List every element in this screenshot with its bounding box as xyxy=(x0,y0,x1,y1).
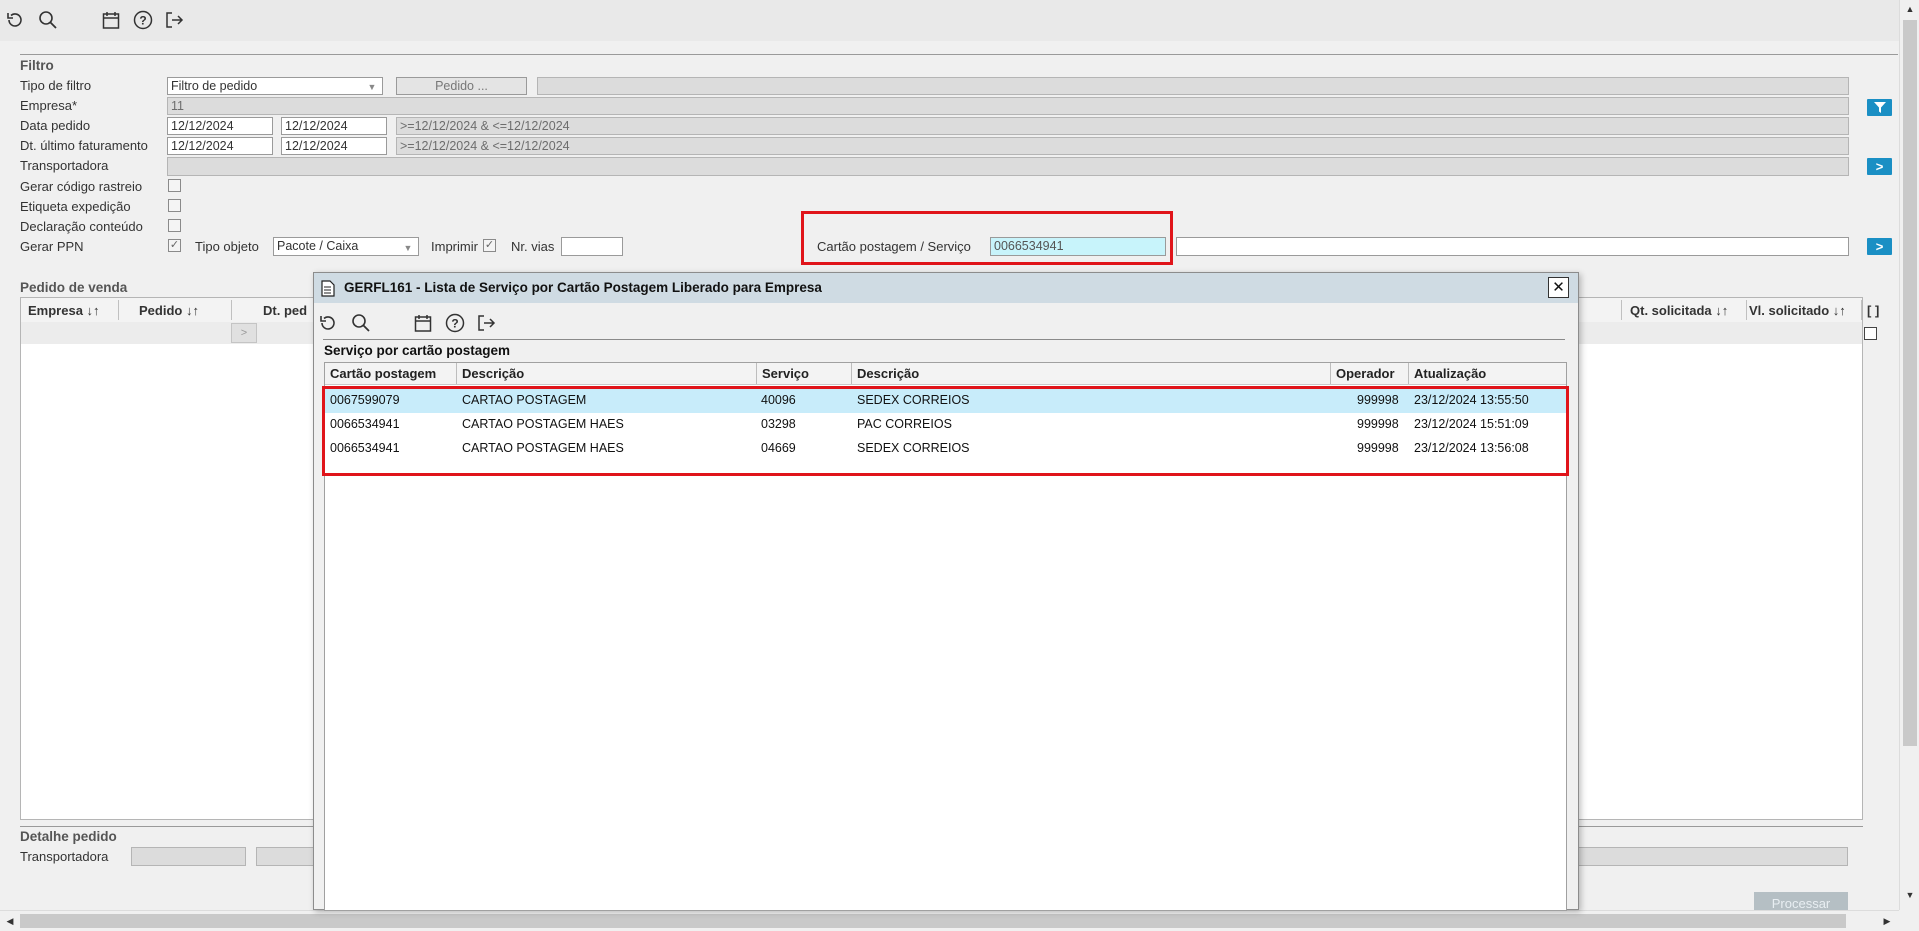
transportadora-field xyxy=(167,157,1849,176)
tipo-filtro-label: Tipo de filtro xyxy=(20,78,92,93)
detalhe-title: Detalhe pedido xyxy=(20,829,117,844)
close-icon[interactable]: ✕ xyxy=(1548,277,1569,298)
col-cartao-postagem[interactable]: Cartão postagem xyxy=(325,363,457,384)
nr-vias-label: Nr. vias xyxy=(511,239,555,254)
help-icon[interactable]: ? xyxy=(132,9,154,31)
highlight-box-cartao xyxy=(801,211,1173,265)
search-icon[interactable] xyxy=(37,9,59,31)
dialog-titlebar: GERFL161 - Lista de Serviço por Cartão P… xyxy=(314,273,1578,303)
col-vl-solicitado[interactable]: Vl. solicitado ↓↑ xyxy=(1749,303,1846,318)
col-empresa[interactable]: Empresa ↓↑ xyxy=(28,303,100,318)
tipo-filtro-select[interactable]: Filtro de pedido ▼ xyxy=(167,77,383,95)
exit-icon[interactable] xyxy=(475,312,497,334)
imprimir-label: Imprimir xyxy=(431,239,478,254)
data-pedido-from[interactable]: 12/12/2024 xyxy=(167,117,273,135)
chevron-right-icon: > xyxy=(1875,239,1884,254)
filter-icon[interactable] xyxy=(1867,99,1892,116)
empresa-field: 11 xyxy=(167,97,1849,115)
scroll-left-icon[interactable]: ◀ xyxy=(3,914,17,928)
main-toolbar: ? xyxy=(0,0,1919,41)
service-grid-header: Cartão postagem Descrição Serviço Descri… xyxy=(325,363,1566,385)
tipo-objeto-label: Tipo objeto xyxy=(195,239,259,254)
col-servico[interactable]: Serviço xyxy=(757,363,852,384)
service-list-dialog: GERFL161 - Lista de Serviço por Cartão P… xyxy=(313,272,1579,911)
search-icon[interactable] xyxy=(350,312,372,334)
transportadora-label: Transportadora xyxy=(20,158,109,173)
refresh-icon[interactable] xyxy=(4,9,26,31)
col-qt-solicitada[interactable]: Qt. solicitada ↓↑ xyxy=(1630,303,1728,318)
filtro-divider xyxy=(20,54,1898,55)
tipo-filtro-value: Filtro de pedido xyxy=(171,79,258,93)
col-divider xyxy=(1746,300,1747,320)
data-pedido-to[interactable]: 12/12/2024 xyxy=(281,117,387,135)
dt-faturamento-expr: >=12/12/2024 & <=12/12/2024 xyxy=(396,137,1849,155)
horizontal-scrollbar[interactable]: ◀ ▶ xyxy=(0,910,1899,931)
row-expand-button[interactable]: > xyxy=(231,323,257,343)
document-icon xyxy=(320,279,336,297)
empresa-label: Empresa* xyxy=(20,98,78,113)
dialog-title: GERFL161 - Lista de Serviço por Cartão P… xyxy=(344,280,822,295)
dt-faturamento-to[interactable]: 12/12/2024 xyxy=(281,137,387,155)
etiqueta-label: Etiqueta expedição xyxy=(20,199,131,214)
exit-icon[interactable] xyxy=(163,9,185,31)
gerar-codigo-checkbox[interactable] xyxy=(168,179,181,192)
col-divider xyxy=(118,300,119,320)
svg-text:?: ? xyxy=(451,317,458,331)
imprimir-checkbox[interactable]: ✓ xyxy=(483,239,496,252)
help-icon[interactable]: ? xyxy=(444,312,466,334)
dialog-section-title: Serviço por cartão postagem xyxy=(324,343,511,358)
calendar-icon[interactable] xyxy=(412,312,434,334)
data-pedido-expr: >=12/12/2024 & <=12/12/2024 xyxy=(396,117,1849,135)
col-dt-pedido[interactable]: Dt. ped xyxy=(263,303,307,318)
refresh-icon[interactable] xyxy=(317,312,339,334)
svg-text:?: ? xyxy=(139,14,146,28)
data-pedido-label: Data pedido xyxy=(20,118,91,133)
col-atualizacao[interactable]: Atualização xyxy=(1409,363,1566,384)
detalhe-transportadora-label: Transportadora xyxy=(20,849,109,864)
col-select-all[interactable]: [ ] xyxy=(1867,303,1879,318)
scroll-right-icon[interactable]: ▶ xyxy=(1880,914,1894,928)
horizontal-scroll-thumb[interactable] xyxy=(20,914,1846,928)
vertical-scrollbar[interactable]: ▲ ▼ xyxy=(1899,0,1919,910)
nr-vias-input[interactable] xyxy=(561,237,623,256)
chevron-down-icon: ▼ xyxy=(367,82,377,92)
col-descricao[interactable]: Descrição xyxy=(457,363,757,384)
cartao-postagem-desc xyxy=(1176,237,1849,256)
col-divider xyxy=(1621,300,1622,320)
calendar-icon[interactable] xyxy=(100,9,122,31)
declaracao-label: Declaração conteúdo xyxy=(20,219,143,234)
scroll-up-icon[interactable]: ▲ xyxy=(1903,2,1917,16)
tipo-filtro-desc xyxy=(537,77,1849,95)
col-pedido[interactable]: Pedido ↓↑ xyxy=(139,303,199,318)
col-operador[interactable]: Operador xyxy=(1331,363,1409,384)
dt-faturamento-from[interactable]: 12/12/2024 xyxy=(167,137,273,155)
vertical-scroll-thumb[interactable] xyxy=(1903,20,1917,746)
row-checkbox[interactable] xyxy=(1864,327,1877,340)
scroll-down-icon[interactable]: ▼ xyxy=(1903,888,1917,902)
cartao-postagem-go-button[interactable]: > xyxy=(1867,238,1892,255)
col-divider xyxy=(231,300,232,320)
chevron-down-icon: ▼ xyxy=(403,243,413,253)
gerar-ppn-checkbox[interactable]: ✓ xyxy=(168,239,181,252)
tipo-objeto-value: Pacote / Caixa xyxy=(277,239,359,253)
filtro-title: Filtro xyxy=(20,58,54,73)
gerar-ppn-label: Gerar PPN xyxy=(20,239,84,254)
declaracao-checkbox[interactable] xyxy=(168,219,181,232)
detalhe-transportadora-code xyxy=(131,847,246,866)
gerar-codigo-label: Gerar código rastreio xyxy=(20,179,143,194)
etiqueta-checkbox[interactable] xyxy=(168,199,181,212)
chevron-right-icon: > xyxy=(1875,159,1884,174)
col-divider xyxy=(1861,300,1862,320)
tipo-objeto-select[interactable]: Pacote / Caixa ▼ xyxy=(273,237,419,256)
dt-faturamento-label: Dt. último faturamento xyxy=(20,138,148,153)
transportadora-go-button[interactable]: > xyxy=(1867,158,1892,175)
dialog-section-divider xyxy=(323,339,1565,340)
highlight-box-rows xyxy=(322,386,1569,476)
pedido-venda-title: Pedido de venda xyxy=(20,280,128,295)
pedido-button[interactable]: Pedido ... xyxy=(396,77,527,95)
col-descricao-servico[interactable]: Descrição xyxy=(852,363,1331,384)
